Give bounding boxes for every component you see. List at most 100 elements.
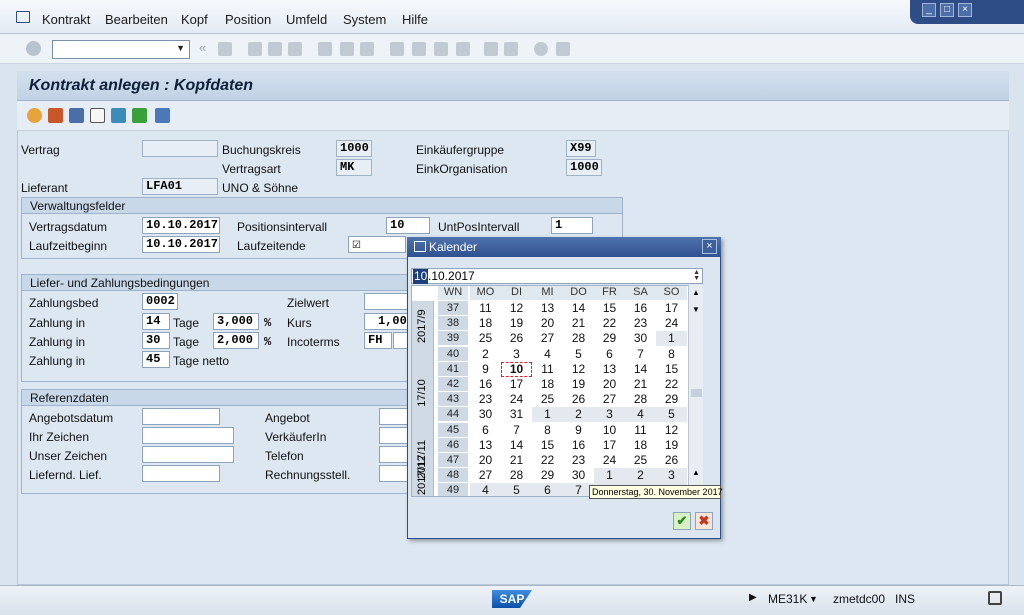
einkorg-field[interactable]: 1000 xyxy=(566,159,602,176)
calendar-day[interactable]: 24 xyxy=(501,392,532,407)
einkaeufergruppe-field[interactable]: X99 xyxy=(566,140,596,157)
edit-document-icon[interactable] xyxy=(69,108,84,123)
flag-icon[interactable] xyxy=(132,108,147,123)
calendar-day[interactable]: 27 xyxy=(532,331,563,346)
scroll-up2-icon[interactable]: ▲ xyxy=(692,468,700,477)
calendar-day[interactable]: 23 xyxy=(563,453,594,468)
calendar-day[interactable]: 28 xyxy=(501,468,532,483)
calendar-day[interactable]: 1 xyxy=(532,407,563,423)
calendar-day[interactable]: 16 xyxy=(625,301,656,316)
calendar-day[interactable]: 4 xyxy=(532,347,563,362)
buchungskreis-field[interactable]: 1000 xyxy=(336,140,372,157)
zahlung1-days-field[interactable]: 14 xyxy=(142,313,170,330)
calendar-date-input[interactable]: 10 .10.2017 ▲ ▼ xyxy=(411,268,703,284)
calendar-day[interactable]: 11 xyxy=(625,423,656,438)
menu-position[interactable]: Position xyxy=(225,12,271,27)
calendar-day[interactable]: 11 xyxy=(470,301,501,316)
week-number[interactable]: 44 xyxy=(438,407,468,422)
enter-icon[interactable] xyxy=(26,41,41,56)
calendar-day[interactable]: 4 xyxy=(470,483,501,496)
laufzeitbeginn-field[interactable]: 10.10.2017 xyxy=(142,236,220,253)
calendar-day[interactable]: 20 xyxy=(470,453,501,468)
calendar-day[interactable]: 20 xyxy=(532,316,563,331)
calendar-day[interactable]: 14 xyxy=(501,438,532,453)
calendar-day[interactable]: 21 xyxy=(501,453,532,468)
calendar-day[interactable]: 28 xyxy=(625,392,656,407)
calendar-day[interactable]: 27 xyxy=(470,468,501,483)
calendar-day[interactable]: 3 xyxy=(501,347,532,362)
cancel-icon[interactable] xyxy=(288,42,302,56)
calendar-day[interactable]: 19 xyxy=(563,377,594,392)
untpos-field[interactable]: 1 xyxy=(551,217,593,234)
calendar-day[interactable]: 12 xyxy=(656,423,687,438)
calendar-day[interactable]: 6 xyxy=(594,347,625,362)
calendar-day[interactable]: 19 xyxy=(501,316,532,331)
calendar-day[interactable]: 17 xyxy=(501,377,532,392)
rechnungsstell-field[interactable] xyxy=(379,465,408,482)
calendar-day[interactable]: 2 xyxy=(625,468,656,484)
texts-icon[interactable] xyxy=(90,108,105,123)
calendar-day[interactable]: 22 xyxy=(656,377,687,392)
week-number[interactable]: 39 xyxy=(438,331,468,346)
unserzeichen-field[interactable] xyxy=(142,446,234,463)
calendar-day[interactable]: 29 xyxy=(594,331,625,346)
calendar-day[interactable]: 5 xyxy=(563,347,594,362)
calendar-day[interactable]: 16 xyxy=(470,377,501,392)
find-icon[interactable] xyxy=(340,42,354,56)
calendar-day[interactable]: 15 xyxy=(656,362,687,377)
liefernd-field[interactable] xyxy=(142,465,220,482)
calendar-day[interactable]: 14 xyxy=(625,362,656,377)
calendar-day[interactable]: 6 xyxy=(532,483,563,496)
calendar-day[interactable]: 1 xyxy=(656,331,687,347)
close-icon[interactable]: × xyxy=(702,239,717,254)
week-number[interactable]: 38 xyxy=(438,316,468,331)
calendar-day[interactable]: 10 xyxy=(501,361,532,377)
save-icon[interactable] xyxy=(218,42,232,56)
menu-system[interactable]: System xyxy=(343,12,386,27)
printer-icon[interactable] xyxy=(155,108,170,123)
week-number[interactable]: 47 xyxy=(438,453,468,467)
chevron-down-icon[interactable]: ▼ xyxy=(176,43,185,53)
scroll-up-icon[interactable]: ▲ xyxy=(692,288,700,297)
calendar-day[interactable]: 26 xyxy=(501,331,532,346)
calendar-day[interactable]: 13 xyxy=(470,438,501,453)
calendar-day[interactable]: 29 xyxy=(656,392,687,407)
week-number[interactable]: 42 xyxy=(438,377,468,391)
zahlung2-days-field[interactable]: 30 xyxy=(142,332,170,349)
posintervall-field[interactable]: 10 xyxy=(386,217,430,234)
calendar-day[interactable]: 16 xyxy=(563,438,594,453)
calendar-day[interactable]: 23 xyxy=(625,316,656,331)
calendar-day[interactable]: 22 xyxy=(594,316,625,331)
scroll-thumb[interactable] xyxy=(691,389,702,397)
header-icon[interactable] xyxy=(27,108,42,123)
calendar-day[interactable]: 3 xyxy=(594,407,625,423)
calendar-day[interactable]: 15 xyxy=(532,438,563,453)
zahlung2-pct-field[interactable]: 2,000 xyxy=(213,332,259,349)
calendar-day[interactable]: 26 xyxy=(563,392,594,407)
calendar-day[interactable]: 1 xyxy=(594,468,625,484)
calendar-day[interactable]: 2 xyxy=(470,347,501,362)
calendar-day[interactable]: 30 xyxy=(470,407,501,422)
scroll-down-icon[interactable]: ▼ xyxy=(692,305,700,314)
calendar-day[interactable]: 31 xyxy=(501,407,532,422)
cancel-x-icon[interactable]: ✖ xyxy=(695,512,713,530)
calendar-day[interactable]: 13 xyxy=(594,362,625,377)
calendar-day[interactable]: 12 xyxy=(501,301,532,316)
telefon-field[interactable] xyxy=(379,446,408,463)
calendar-day[interactable]: 18 xyxy=(470,316,501,331)
calendar-day[interactable]: 5 xyxy=(656,407,687,423)
calendar-day[interactable]: 8 xyxy=(656,347,687,362)
last-page-icon[interactable] xyxy=(456,42,470,56)
week-number[interactable]: 37 xyxy=(438,301,468,315)
items-overview-icon[interactable] xyxy=(48,108,63,123)
week-number[interactable]: 41 xyxy=(438,361,468,376)
calendar-day[interactable]: 28 xyxy=(563,331,594,346)
first-page-icon[interactable] xyxy=(390,42,404,56)
menu-umfeld[interactable]: Umfeld xyxy=(286,12,327,27)
laufzeitende-field[interactable]: ☑ xyxy=(348,236,406,253)
calendar-day[interactable]: 8 xyxy=(532,423,563,438)
maximize-icon[interactable]: □ xyxy=(940,3,954,17)
calendar-day[interactable]: 29 xyxy=(532,468,563,483)
kurs-field[interactable]: 1,000 xyxy=(364,313,408,330)
week-number[interactable]: 45 xyxy=(438,422,468,437)
